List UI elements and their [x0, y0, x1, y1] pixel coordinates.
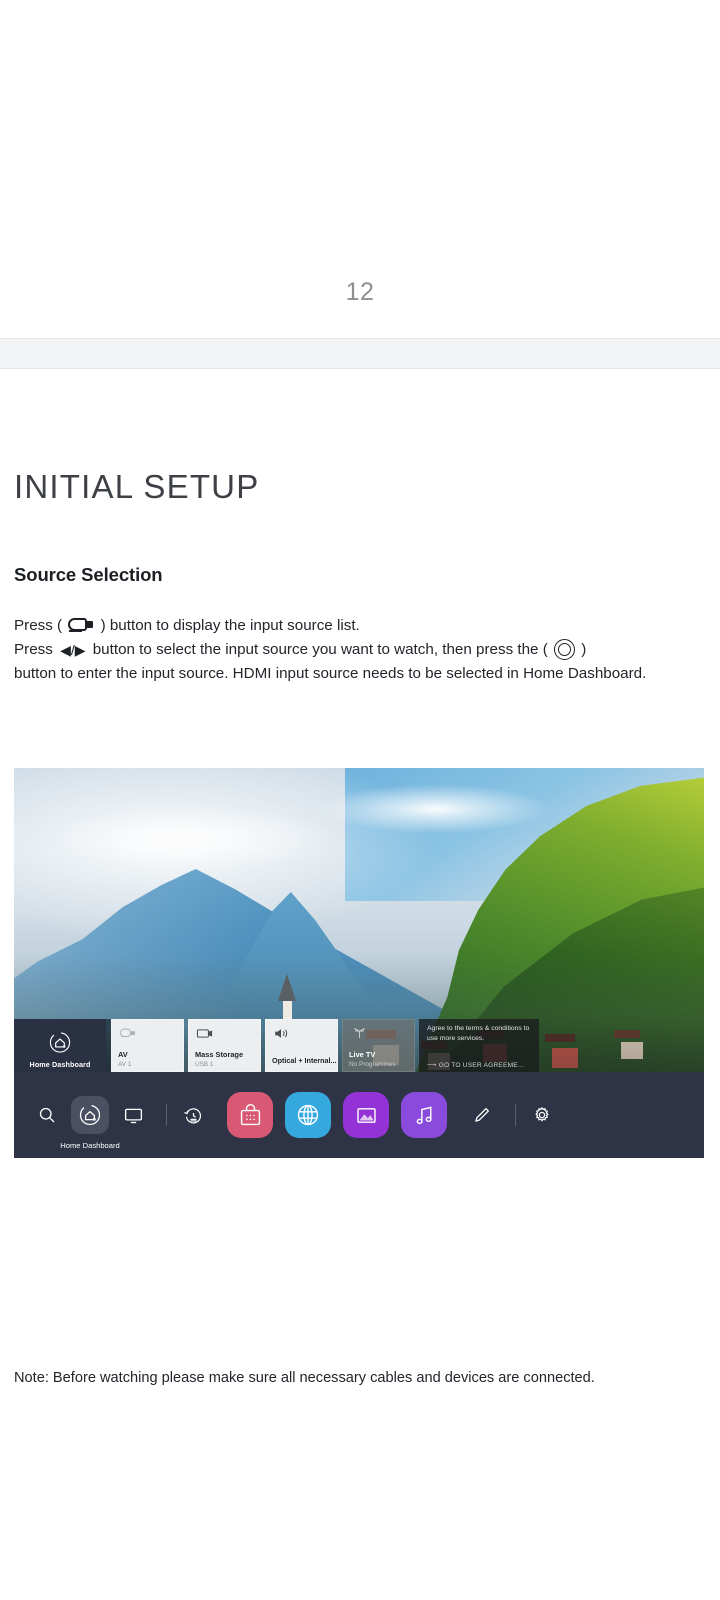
page-number: 12 — [345, 278, 375, 306]
instruction-line-2: Press ◀/▶ button to select the input sou… — [14, 638, 704, 662]
tv-screenshot: Home Dashboard AV AV 1 Mass Storage USB … — [14, 768, 704, 1158]
home-dashboard-icon — [49, 1031, 72, 1054]
source-card-live-tv[interactable]: Live TV No Programmes — [342, 1019, 415, 1072]
instruction-line-3: button to enter the input source. HDMI i… — [14, 665, 647, 683]
source-card-title: Mass Storage — [195, 1050, 244, 1059]
source-card-subtitle: USB 1 — [195, 1061, 214, 1068]
source-card-subtitle: No Programmes — [349, 1061, 396, 1068]
web-browser-tile[interactable] — [285, 1092, 331, 1138]
source-card-title: Live TV — [349, 1050, 376, 1059]
source-card-subtitle: AV 1 — [118, 1061, 132, 1068]
instruction-line-2-mid: button to select the input source you wa… — [92, 641, 548, 659]
optical-audio-icon — [273, 1026, 292, 1041]
cloud — [317, 783, 553, 835]
instruction-line-2-prefix: Press — [14, 641, 53, 659]
instructions-block: Press ( ) button to display the input so… — [14, 614, 704, 686]
external-link-arrow-icon: ⟶ — [427, 1062, 437, 1069]
music-player-tile[interactable] — [401, 1092, 447, 1138]
instruction-line-1-suffix: ) button to display the input source lis… — [100, 617, 360, 634]
user-agreement-link[interactable]: ⟶ GO TO USER AGREEME... — [427, 1061, 524, 1069]
ok-button-icon — [554, 639, 576, 661]
time-machine-icon[interactable] — [176, 1098, 210, 1132]
user-agreement-card[interactable]: Agree to the terms & conditions to use m… — [419, 1019, 539, 1072]
gray-separator-band — [0, 339, 720, 368]
launcher-home-dashboard-label: Home Dashboard — [60, 1141, 120, 1150]
av-input-icon — [119, 1026, 138, 1041]
section-subtitle: Source Selection — [14, 564, 163, 585]
launcher-right-icons — [465, 1098, 566, 1132]
source-card-optical[interactable]: Optical + Internal... — [265, 1019, 338, 1072]
edit-pencil-icon[interactable] — [465, 1098, 499, 1132]
settings-gear-icon[interactable] — [525, 1098, 559, 1132]
user-agreement-link-label: GO TO USER AGREEME... — [438, 1062, 525, 1069]
search-icon[interactable] — [30, 1098, 64, 1132]
launcher-divider — [515, 1104, 516, 1126]
source-card-home-dashboard[interactable]: Home Dashboard — [14, 1019, 106, 1072]
launcher-left-icons: Home Dashboard — [30, 1096, 217, 1150]
display-monitor-icon[interactable] — [116, 1098, 150, 1132]
photo-gallery-tile[interactable] — [343, 1092, 389, 1138]
page-header-zone: 12 — [0, 0, 720, 338]
launcher-app-tiles — [227, 1092, 459, 1138]
user-agreement-text: Agree to the terms & conditions to use m… — [427, 1025, 530, 1042]
launcher-home-dashboard-button[interactable]: Home Dashboard — [60, 1096, 120, 1150]
footer-note: Note: Before watching please make sure a… — [14, 1370, 595, 1386]
input-source-icon — [68, 617, 94, 634]
content-store-tile[interactable] — [227, 1092, 273, 1138]
manual-page: 12 INITIAL SETUP Source Selection Press … — [0, 0, 720, 1600]
left-right-arrow-icon: ◀/▶ — [60, 642, 86, 659]
source-card-mass-storage[interactable]: Mass Storage USB 1 — [188, 1019, 261, 1072]
instruction-line-2-suffix: ) — [581, 641, 587, 659]
source-card-title: AV — [118, 1050, 128, 1059]
page-title: INITIAL SETUP — [14, 468, 260, 505]
source-card-label: Home Dashboard — [29, 1060, 91, 1069]
band-divider — [0, 368, 720, 369]
antenna-icon — [350, 1026, 369, 1041]
launcher-divider — [166, 1104, 167, 1126]
source-card-av[interactable]: AV AV 1 — [111, 1019, 184, 1072]
instruction-line-1-prefix: Press ( — [14, 617, 63, 634]
cloud — [48, 807, 339, 870]
launcher-bar: Home Dashboard — [14, 1072, 704, 1158]
source-card-title: Optical + Internal... — [272, 1056, 337, 1065]
source-card-strip: Home Dashboard AV AV 1 Mass Storage USB … — [14, 1019, 704, 1072]
instruction-line-1: Press ( ) button to display the input so… — [14, 614, 704, 638]
usb-storage-icon — [196, 1026, 215, 1041]
